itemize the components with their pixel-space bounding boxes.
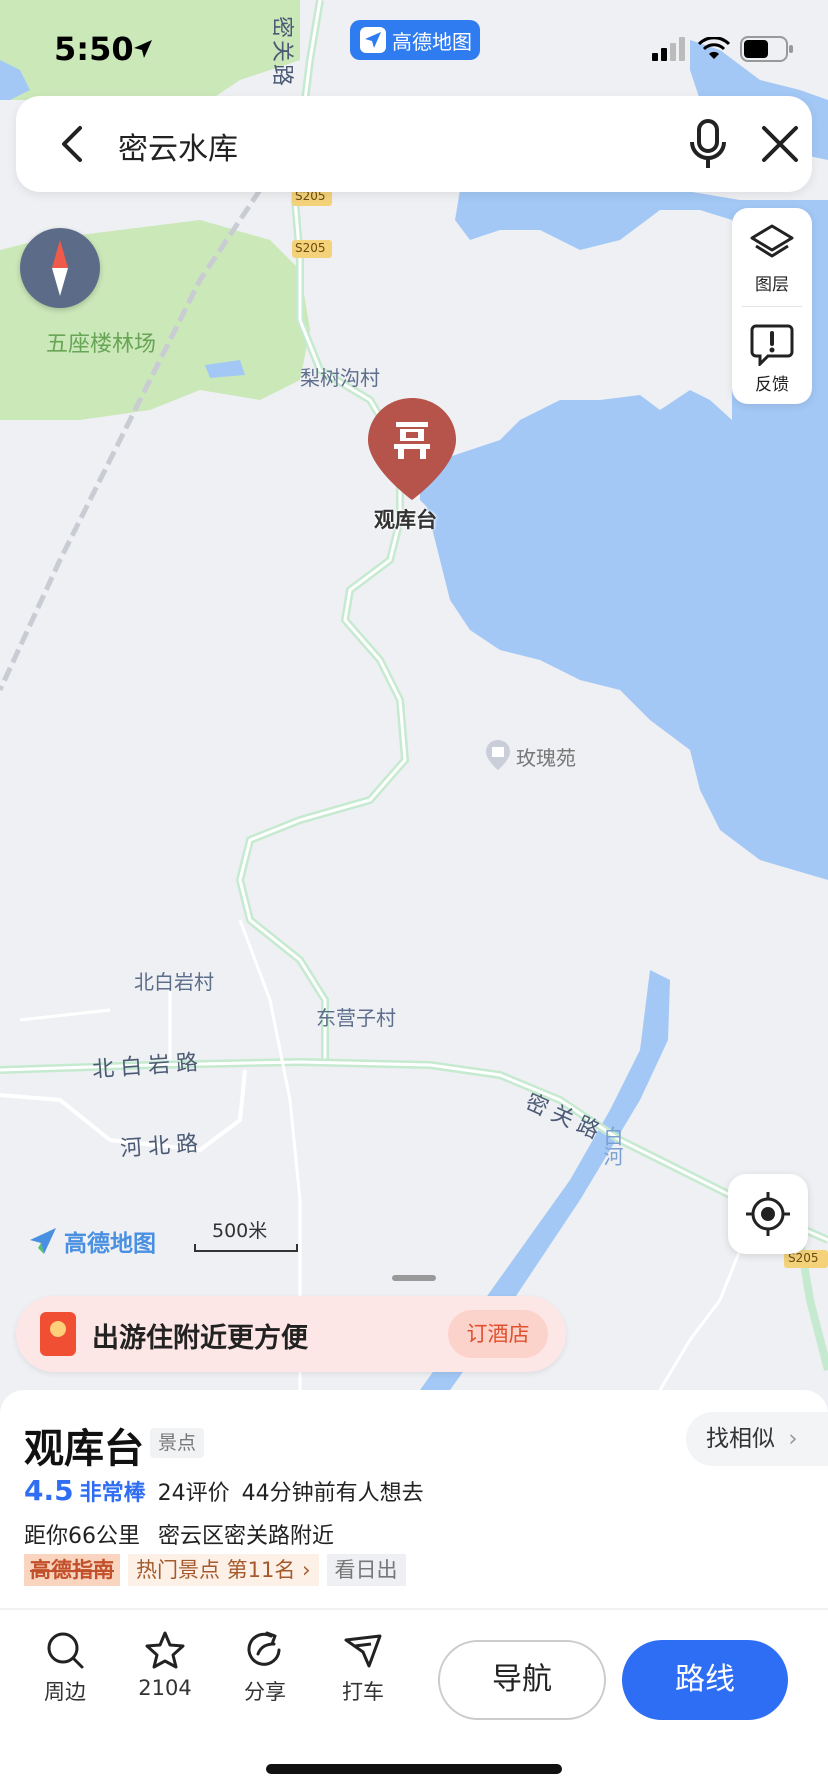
feedback-label: 反馈	[755, 375, 789, 395]
find-similar-button[interactable]: 找相似 ›	[686, 1412, 828, 1466]
locate-me-button[interactable]	[728, 1174, 808, 1254]
amap-badge-label: 高德地图	[392, 29, 472, 54]
sheet-drag-handle[interactable]	[392, 1275, 436, 1281]
status-time: 5:50	[54, 30, 134, 68]
tool-divider	[742, 306, 802, 307]
road-label: 河北路	[119, 1131, 205, 1162]
poi-label[interactable]: 玫瑰苑	[516, 742, 576, 771]
feedback-icon	[750, 324, 794, 366]
map-tool-panel: 图层 反馈	[732, 208, 812, 404]
star-icon	[145, 1631, 185, 1669]
rating-score: 4.5	[24, 1474, 74, 1507]
place-detail-sheet[interactable]: 观库台 景点 找相似 › 4.5 非常棒 24评价 44分钟前有人想去 距你66…	[0, 1390, 828, 1792]
red-envelope-icon	[40, 1312, 76, 1356]
layers-button[interactable]: 图层	[732, 208, 812, 304]
layers-label: 图层	[755, 275, 789, 295]
battery-icon	[740, 36, 793, 62]
recent-interest: 44分钟前有人想去	[241, 1481, 424, 1506]
amap-logo-icon	[360, 27, 386, 53]
taxi-button[interactable]: 打车	[318, 1630, 408, 1706]
close-icon[interactable]	[760, 124, 800, 164]
back-arrow-icon[interactable]	[52, 122, 96, 166]
rank-badge[interactable]: 热门景点 第11名 ›	[128, 1554, 319, 1586]
scale-text: 500米	[212, 1220, 268, 1242]
place-category-tag: 景点	[150, 1428, 205, 1458]
search-query[interactable]: 密云水库	[118, 124, 238, 168]
sheet-divider	[0, 1608, 828, 1610]
status-icons	[652, 36, 794, 62]
place-name: 观库台	[24, 1426, 144, 1472]
navigate-button[interactable]: 导航	[438, 1640, 606, 1720]
locate-icon	[746, 1192, 790, 1236]
compass-icon	[52, 240, 68, 296]
home-indicator	[266, 1764, 562, 1774]
cellular-signal-icon	[652, 37, 685, 61]
route-button[interactable]: 路线	[622, 1640, 788, 1720]
share-button[interactable]: 分享	[220, 1630, 310, 1706]
address-text: 密云区密关路附近	[158, 1524, 335, 1549]
find-similar-label: 找相似	[706, 1426, 775, 1452]
chevron-right-icon: ›	[302, 1558, 311, 1582]
review-count: 24评价	[157, 1481, 230, 1506]
share-icon	[247, 1631, 281, 1666]
map-logo: 高德地图	[28, 1224, 156, 1258]
amap-app-badge[interactable]: 高德地图	[350, 20, 480, 60]
pin-label[interactable]: 观库台	[374, 504, 437, 534]
microphone-icon[interactable]	[686, 118, 730, 170]
distance-text: 距你66公里	[24, 1524, 140, 1549]
layers-icon	[750, 224, 794, 258]
map-scale: 500米	[194, 1216, 298, 1254]
search-icon	[47, 1632, 84, 1669]
location-arrow-icon	[134, 40, 152, 58]
rating-word: 非常棒	[79, 1481, 146, 1506]
book-hotel-button[interactable]: 订酒店	[448, 1310, 548, 1358]
location-info-row: 距你66公里 密云区密关路附近	[24, 1518, 334, 1550]
village-label: 北白岩村	[134, 970, 214, 994]
search-bar[interactable]: 密云水库	[16, 96, 812, 192]
promo-text: 出游住附近更方便	[92, 1323, 308, 1354]
road-label: 密关路	[269, 16, 294, 89]
favorite-count: 2104	[138, 1676, 192, 1700]
tags-row: 高德指南 热门景点 第11名 › 看日出	[24, 1554, 406, 1586]
favorite-button[interactable]: 2104	[120, 1630, 210, 1700]
scale-bar	[194, 1244, 298, 1252]
rating-row[interactable]: 4.5 非常棒 24评价 44分钟前有人想去	[24, 1474, 424, 1507]
compass-button[interactable]	[20, 228, 100, 308]
nearby-button[interactable]: 周边	[20, 1630, 110, 1706]
scenic-spot-pin-icon[interactable]	[366, 396, 458, 506]
amap-logo-icon	[30, 1228, 56, 1254]
nearby-label: 周边	[44, 1680, 86, 1704]
s205-shield-label: S205	[295, 241, 326, 255]
action-bar: 周边 2104 分享 打车 导航 路线	[0, 1630, 828, 1740]
river-label: 白河	[600, 1126, 624, 1166]
taxi-icon	[344, 1634, 382, 1668]
village-label: 梨树沟村	[300, 366, 380, 390]
forest-label: 五座楼林场	[46, 332, 157, 357]
wifi-icon	[698, 37, 730, 59]
village-label: 东营子村	[316, 1006, 396, 1030]
feedback-button[interactable]: 反馈	[732, 308, 812, 404]
feature-badge: 看日出	[326, 1554, 406, 1586]
poi-marker-icon[interactable]	[484, 738, 512, 772]
map-screen: S205 S205 S205 五座楼林场 梨树沟村 北白岩村 东营子村 北白岩路…	[0, 0, 828, 1792]
taxi-label: 打车	[342, 1680, 384, 1704]
amap-guide-badge[interactable]: 高德指南	[24, 1554, 120, 1586]
map-logo-text: 高德地图	[64, 1231, 156, 1257]
rank-text: 热门景点 第11名	[136, 1558, 296, 1582]
chevron-right-icon: ›	[788, 1426, 798, 1452]
share-label: 分享	[244, 1680, 286, 1704]
hotel-promo-banner[interactable]: 出游住附近更方便 订酒店	[16, 1296, 566, 1372]
